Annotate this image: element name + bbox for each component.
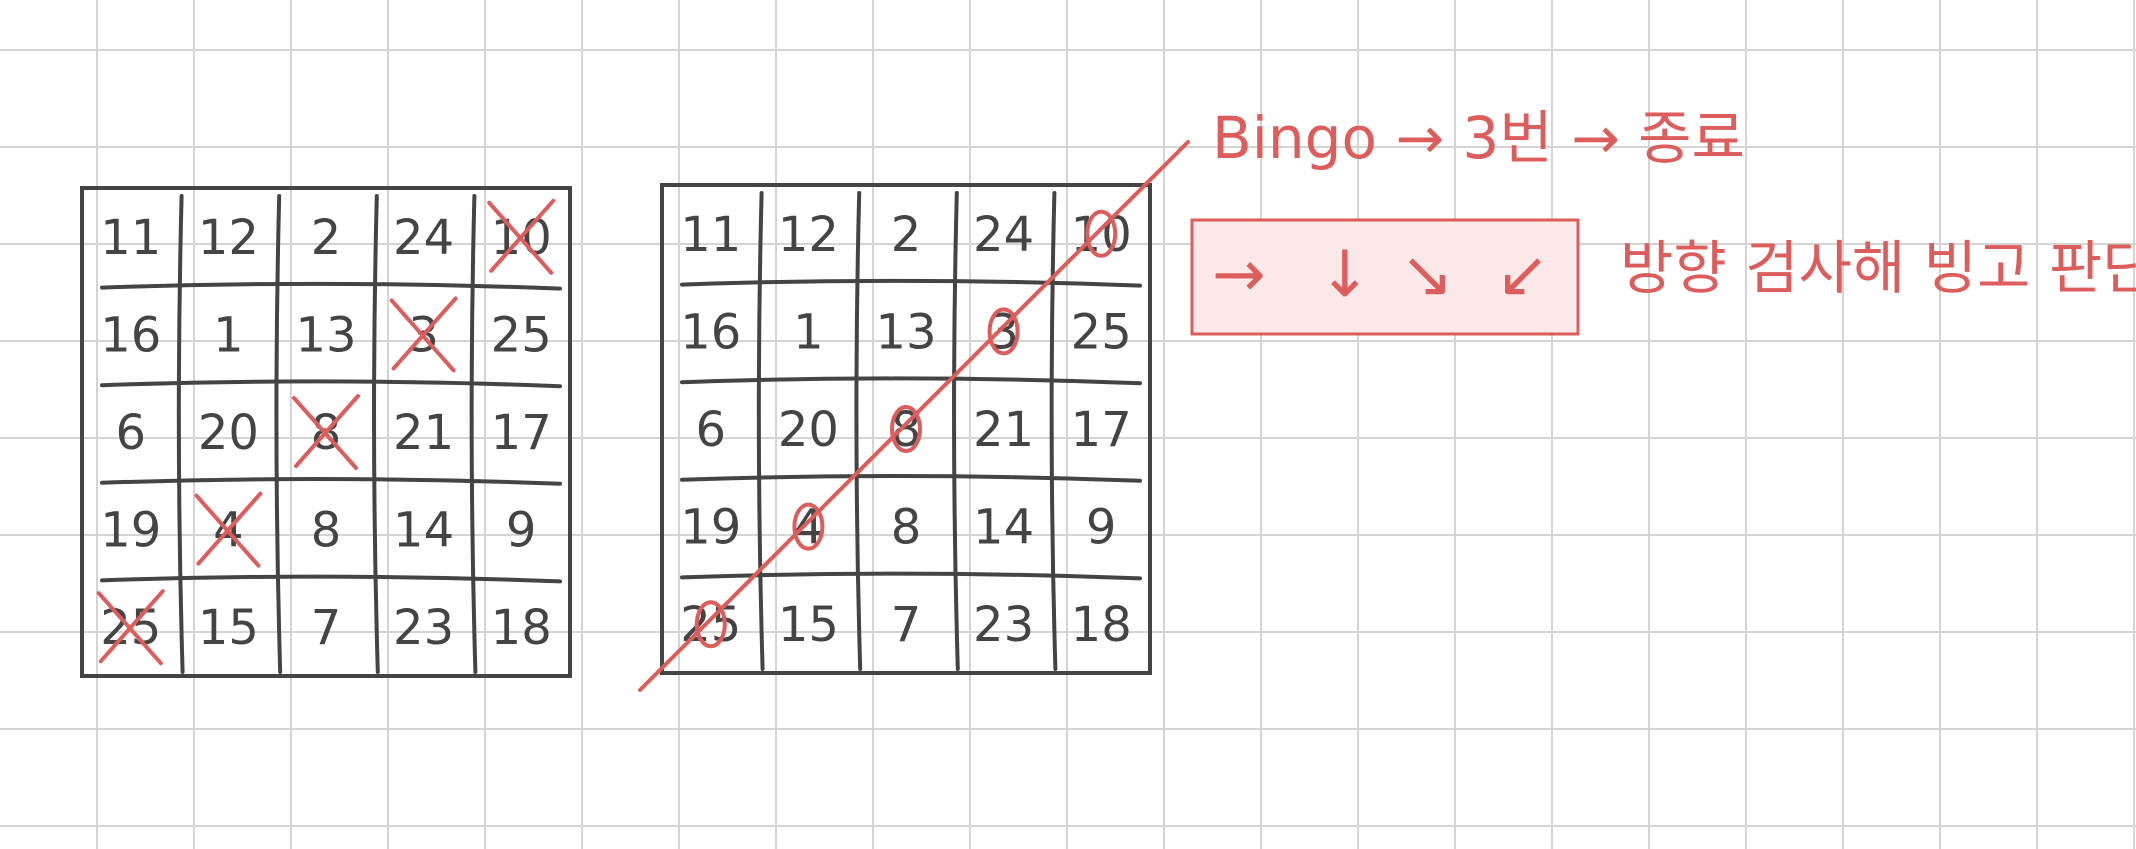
left-board-cell-number: 25 [491,307,552,363]
left-board-cell-number: 8 [311,503,342,559]
left-board-horizontal-line [100,281,562,291]
right-board-vertical-line [952,191,960,671]
right-board-cell-number: 15 [778,597,839,653]
left-board-cell-number: 7 [311,600,342,656]
left-board-cell-number: 15 [198,600,259,656]
right-board-horizontal-line [680,474,1142,483]
left-board-cell-number: 21 [393,405,454,461]
right-board-cell-number: 25 [1071,304,1132,360]
right-board-cell-number: 1 [793,304,824,360]
left-board-cell-number: 19 [100,503,161,559]
left-board-vertical-line [372,194,380,674]
diagonal-down-left-arrow-icon: ↙ [1496,238,1550,312]
left-board-cell-number: 1 [213,307,244,363]
left-board-vertical-line [176,194,185,674]
left-board-cell-number: 16 [100,307,161,363]
left-board-cell-number: 24 [393,210,454,266]
right-board-cell-number: 17 [1071,402,1132,458]
right-board-cell-number: 7 [891,597,922,653]
right-board-cell-number: 24 [973,207,1034,263]
right-board-cell-number: 14 [973,500,1034,556]
left-board-cell-number: 18 [491,600,552,656]
left-bingo-board: 1112224101611332562082117194814925157231… [80,186,572,678]
diagonal-down-right-arrow-icon: ↘ [1400,238,1454,312]
right-board-cell-number: 8 [891,500,922,556]
right-board-cell-number: 12 [778,207,839,263]
right-board-horizontal-line [680,376,1142,386]
left-board-cell-number: 9 [506,503,537,559]
bingo-flow-text: Bingo → 3번 → 종료 [1212,104,1745,172]
right-board-cells: 11 12 2 24 1016 1 13 3 256 20 8 21 1719 4 8 14 925 15 7 23 1… [680,207,1131,653]
right-board-vertical-line [1049,191,1058,671]
right-board-vertical-line [756,191,765,671]
direction-check-text: 방향 검사해 빙고 판단 [1620,234,2136,302]
left-board-cell-number: 2 [311,210,342,266]
right-board-cell-number: 16 [680,304,741,360]
direction-box: → ↓ ↘ ↙ [1190,218,1580,336]
right-board-cell-number: 19 [680,500,741,556]
right-board-cell-number: 21 [973,402,1034,458]
left-board-cell-number: 23 [393,600,454,656]
left-board-cell-number: 13 [295,307,356,363]
left-board-cell-number: 6 [116,405,147,461]
right-board-vertical-line [854,191,863,671]
right-bingo-board: 11 12 2 24 1016 1 13 3 256 20 8 21 1719 4 8 14 925 15 7 23 1… [638,140,1190,692]
right-board-horizontal-line [680,278,1142,288]
right-board-cell-number: 6 [696,402,727,458]
left-board-vertical-line [274,194,283,674]
right-board-cell-number: 2 [891,207,922,263]
left-board-cell-number: 20 [198,405,259,461]
down-arrow-icon: ↓ [1318,238,1372,312]
right-board-cell-number: 9 [1086,500,1117,556]
right-board-cell-number: 11 [680,207,741,263]
left-board-cell-number: 14 [393,503,454,559]
left-board-horizontal-line [100,379,562,389]
right-board-cell-number: 23 [973,597,1034,653]
right-board-cell-number: 13 [875,304,936,360]
right-arrow-icon: → [1212,238,1266,312]
bingo-diagram: 1112224101611332562082117194814925157231… [0,0,2136,849]
left-board-vertical-line [469,194,478,674]
left-board-cell-number: 12 [198,210,259,266]
left-board-horizontal-line [100,477,562,486]
left-board-horizontal-line [100,574,562,584]
right-board-cell-number: 20 [778,402,839,458]
left-board-cell-number: 17 [491,405,552,461]
left-board-cell-number: 11 [100,210,161,266]
right-board-cell-number: 18 [1071,597,1132,653]
